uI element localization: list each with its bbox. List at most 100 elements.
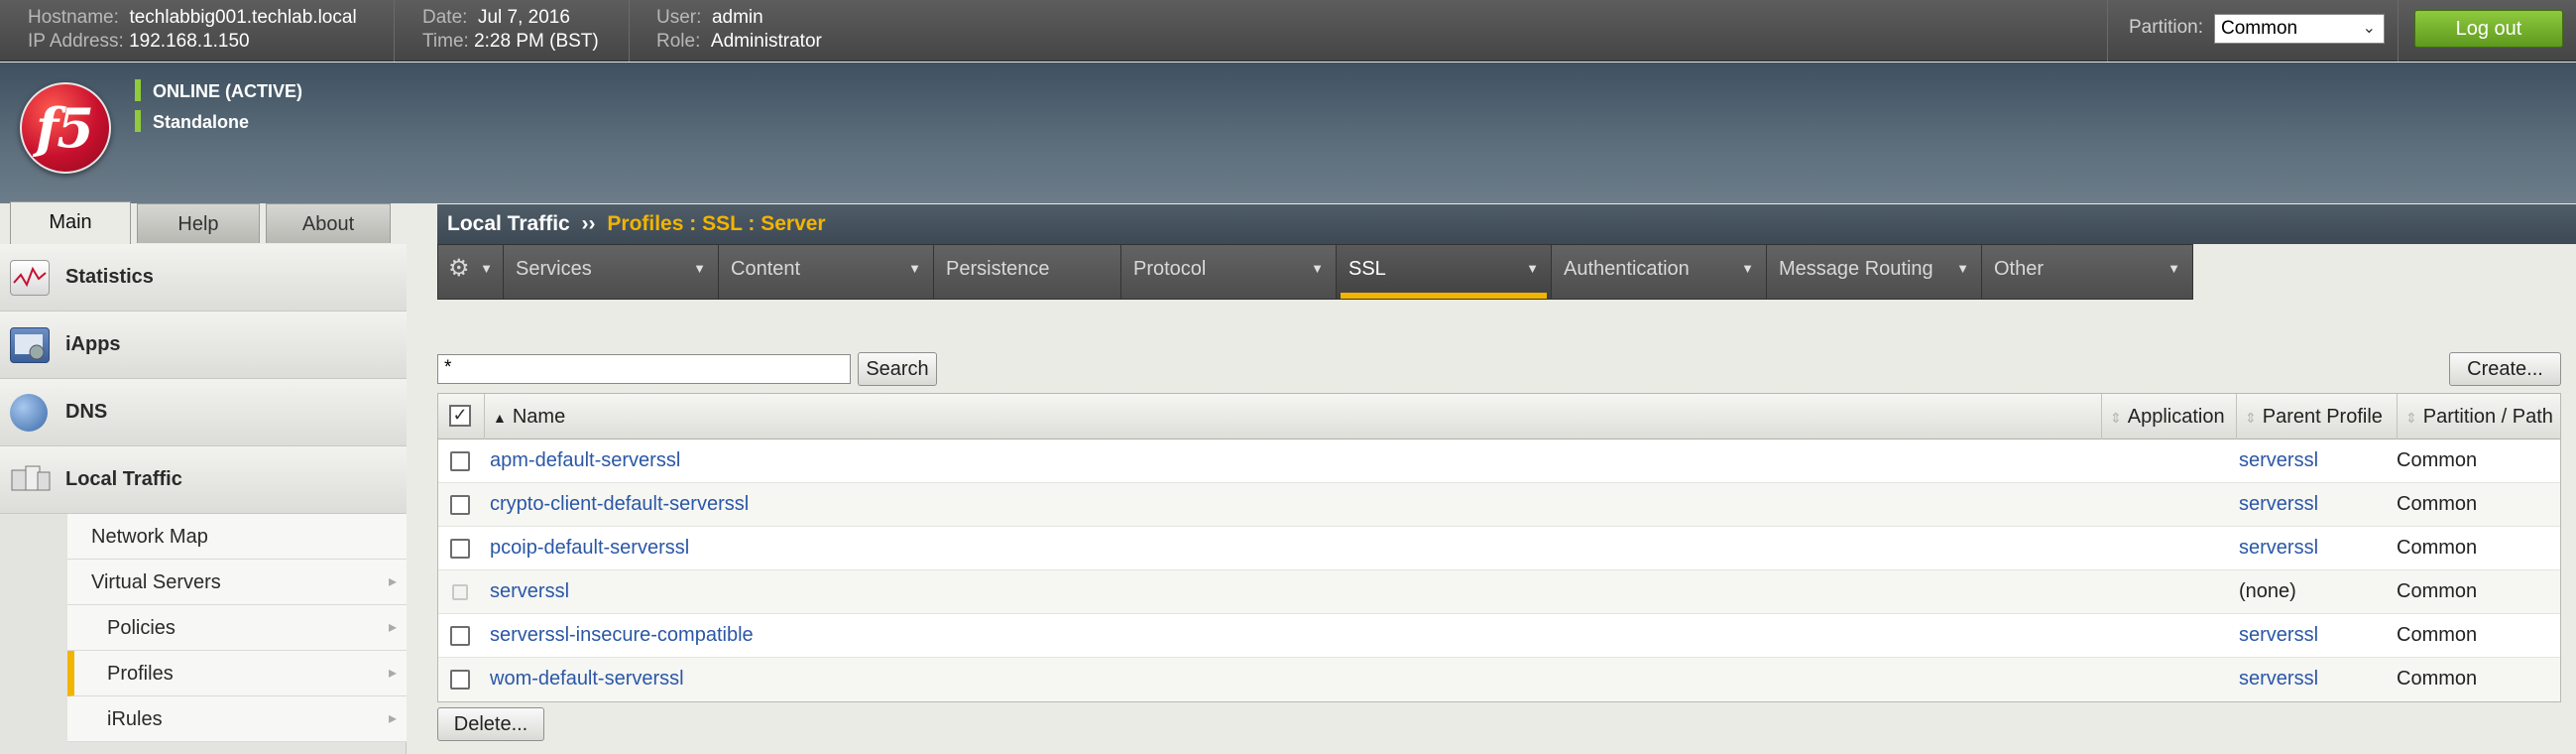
sidebar-subitem-network-map[interactable]: Network Map bbox=[67, 514, 407, 560]
menu-persistence[interactable]: Persistence bbox=[934, 245, 1121, 299]
profile-name-link[interactable]: crypto-client-default-serverssl bbox=[490, 493, 749, 516]
partition-select-value: Common bbox=[2221, 18, 2298, 39]
breadcrumb-separator: ›› bbox=[581, 212, 596, 235]
chevron-down-icon: ⌄ bbox=[2362, 20, 2376, 37]
sidebar-subitem-irules[interactable]: iRules ▸ bbox=[67, 696, 407, 742]
parent-profile-link[interactable]: serverssl bbox=[2239, 537, 2318, 560]
menu-services[interactable]: Services ▼ bbox=[504, 245, 719, 299]
parent-profile-none: (none) bbox=[2239, 580, 2296, 602]
divider bbox=[394, 0, 395, 62]
row-checkbox[interactable] bbox=[450, 451, 470, 471]
profile-name-link[interactable]: apm-default-serverssl bbox=[490, 449, 680, 472]
column-header-partition-path[interactable]: ⇕ Partition / Path bbox=[2397, 394, 2560, 440]
sidebar-subitem-policies[interactable]: Policies ▸ bbox=[67, 605, 407, 651]
menu-message-routing[interactable]: Message Routing ▼ bbox=[1767, 245, 1982, 299]
user-info: User: admin Role: Administrator bbox=[656, 6, 822, 54]
sidebar-subitem-label: Profiles bbox=[107, 663, 174, 685]
parent-profile-link[interactable]: serverssl bbox=[2239, 624, 2318, 647]
menu-label: Protocol bbox=[1133, 258, 1207, 280]
partition-select[interactable]: Common ⌄ bbox=[2214, 14, 2385, 44]
row-checkbox[interactable] bbox=[450, 539, 470, 559]
chevron-right-icon: ▸ bbox=[388, 573, 397, 590]
parent-profile-link[interactable]: serverssl bbox=[2239, 668, 2318, 691]
caret-down-icon: ▼ bbox=[2167, 261, 2180, 276]
chevron-right-icon: ▸ bbox=[388, 710, 397, 727]
top-status-bar: Hostname: techlabbig001.techlab.local IP… bbox=[0, 0, 2576, 62]
iapps-icon bbox=[10, 327, 50, 363]
chevron-right-icon: ▸ bbox=[388, 665, 397, 682]
sidebar-subitem-profiles[interactable]: Profiles ▸ bbox=[67, 651, 407, 696]
row-checkbox[interactable] bbox=[450, 626, 470, 646]
caret-down-icon: ▼ bbox=[1526, 261, 1539, 276]
sidebar-subitem-label: iRules bbox=[107, 708, 163, 730]
profile-name-link[interactable]: serverssl-insecure-compatible bbox=[490, 624, 754, 647]
chevron-right-icon: ▸ bbox=[388, 619, 397, 636]
create-button[interactable]: Create... bbox=[2449, 352, 2561, 386]
ip-value: 192.168.1.150 bbox=[129, 31, 250, 52]
parent-profile-link[interactable]: serverssl bbox=[2239, 449, 2318, 472]
profile-name-link[interactable]: pcoip-default-serverssl bbox=[490, 537, 689, 560]
sidebar-item-label: Local Traffic bbox=[65, 468, 182, 490]
sidebar-item-label: iApps bbox=[65, 333, 121, 355]
caret-down-icon: ▼ bbox=[1956, 261, 1969, 276]
hostname-value: techlabbig001.techlab.local bbox=[129, 7, 357, 28]
profile-name-link[interactable]: serverssl bbox=[490, 580, 569, 603]
column-header-name[interactable]: ▲ Name bbox=[484, 394, 2141, 440]
caret-down-icon: ▼ bbox=[480, 261, 493, 276]
profile-name-link[interactable]: wom-default-serverssl bbox=[490, 668, 684, 691]
sidebar-item-dns[interactable]: DNS bbox=[0, 379, 407, 446]
column-header-application[interactable]: ⇕ Application bbox=[2101, 394, 2236, 440]
column-header-parent-profile[interactable]: ⇕ Parent Profile bbox=[2236, 394, 2397, 440]
row-checkbox[interactable] bbox=[450, 670, 470, 690]
menu-label: SSL bbox=[1348, 258, 1386, 280]
menu-bar: ⚙ ▼ Services ▼ Content ▼ Persistence Pro… bbox=[437, 244, 2193, 300]
breadcrumb-root[interactable]: Local Traffic bbox=[447, 212, 570, 235]
delete-button[interactable]: Delete... bbox=[437, 707, 544, 741]
banner: f5 ONLINE (ACTIVE) Standalone bbox=[0, 63, 2576, 203]
sort-icon: ⇕ bbox=[2245, 410, 2257, 426]
column-label: Application bbox=[2127, 406, 2225, 428]
caret-down-icon: ▼ bbox=[693, 261, 706, 276]
search-button[interactable]: Search bbox=[858, 352, 937, 386]
logout-button[interactable]: Log out bbox=[2414, 10, 2563, 48]
search-input[interactable]: * bbox=[437, 354, 851, 384]
date-label: Date: bbox=[422, 7, 468, 28]
menu-label: Other bbox=[1994, 258, 2045, 280]
table-row: crypto-client-default-serverssl serverss… bbox=[438, 483, 2560, 527]
menu-label: Services bbox=[516, 258, 592, 280]
ip-label: IP Address: bbox=[28, 31, 124, 52]
menu-ssl[interactable]: SSL ▼ bbox=[1337, 245, 1552, 299]
caret-down-icon: ▼ bbox=[908, 261, 921, 276]
caret-down-icon: ▼ bbox=[1311, 261, 1324, 276]
sidebar-item-iapps[interactable]: iApps bbox=[0, 312, 407, 379]
role-value: Administrator bbox=[710, 31, 822, 52]
sidebar-subitem-virtual-servers[interactable]: Virtual Servers ▸ bbox=[67, 560, 407, 605]
sidebar-item-local-traffic[interactable]: Local Traffic bbox=[0, 446, 407, 514]
status-online: ONLINE (ACTIVE) bbox=[153, 81, 302, 101]
tab-help[interactable]: Help bbox=[137, 203, 260, 243]
parent-profile-link[interactable]: serverssl bbox=[2239, 493, 2318, 516]
table-row: serverssl-insecure-compatible serverssl … bbox=[438, 614, 2560, 658]
sidebar-subitem-label: Policies bbox=[107, 617, 176, 639]
row-checkbox-disabled bbox=[452, 584, 468, 600]
row-checkbox[interactable] bbox=[450, 495, 470, 515]
gear-menu[interactable]: ⚙ ▼ bbox=[438, 245, 504, 299]
select-all-checkbox[interactable]: ✓ bbox=[449, 405, 471, 427]
sidebar: Statistics iApps DNS Local Traffic Netwo… bbox=[0, 244, 407, 754]
partition-cell: Common bbox=[2397, 493, 2478, 515]
gear-icon: ⚙ bbox=[448, 255, 470, 282]
time-label: Time: bbox=[422, 31, 469, 52]
menu-protocol[interactable]: Protocol ▼ bbox=[1121, 245, 1337, 299]
tab-about[interactable]: About bbox=[266, 203, 391, 243]
sidebar-subitem-label: Network Map bbox=[91, 526, 208, 548]
sidebar-item-statistics[interactable]: Statistics bbox=[0, 244, 407, 312]
tab-main[interactable]: Main bbox=[10, 201, 131, 245]
menu-content[interactable]: Content ▼ bbox=[719, 245, 934, 299]
status-mode: Standalone bbox=[153, 112, 250, 132]
status-indicator bbox=[135, 110, 141, 132]
partition-cell: Common bbox=[2397, 537, 2478, 559]
menu-other[interactable]: Other ▼ bbox=[1982, 245, 2192, 299]
menu-authentication[interactable]: Authentication ▼ bbox=[1552, 245, 1767, 299]
column-label: Parent Profile bbox=[2262, 406, 2383, 428]
table-row: serverssl (none) Common bbox=[438, 570, 2560, 614]
